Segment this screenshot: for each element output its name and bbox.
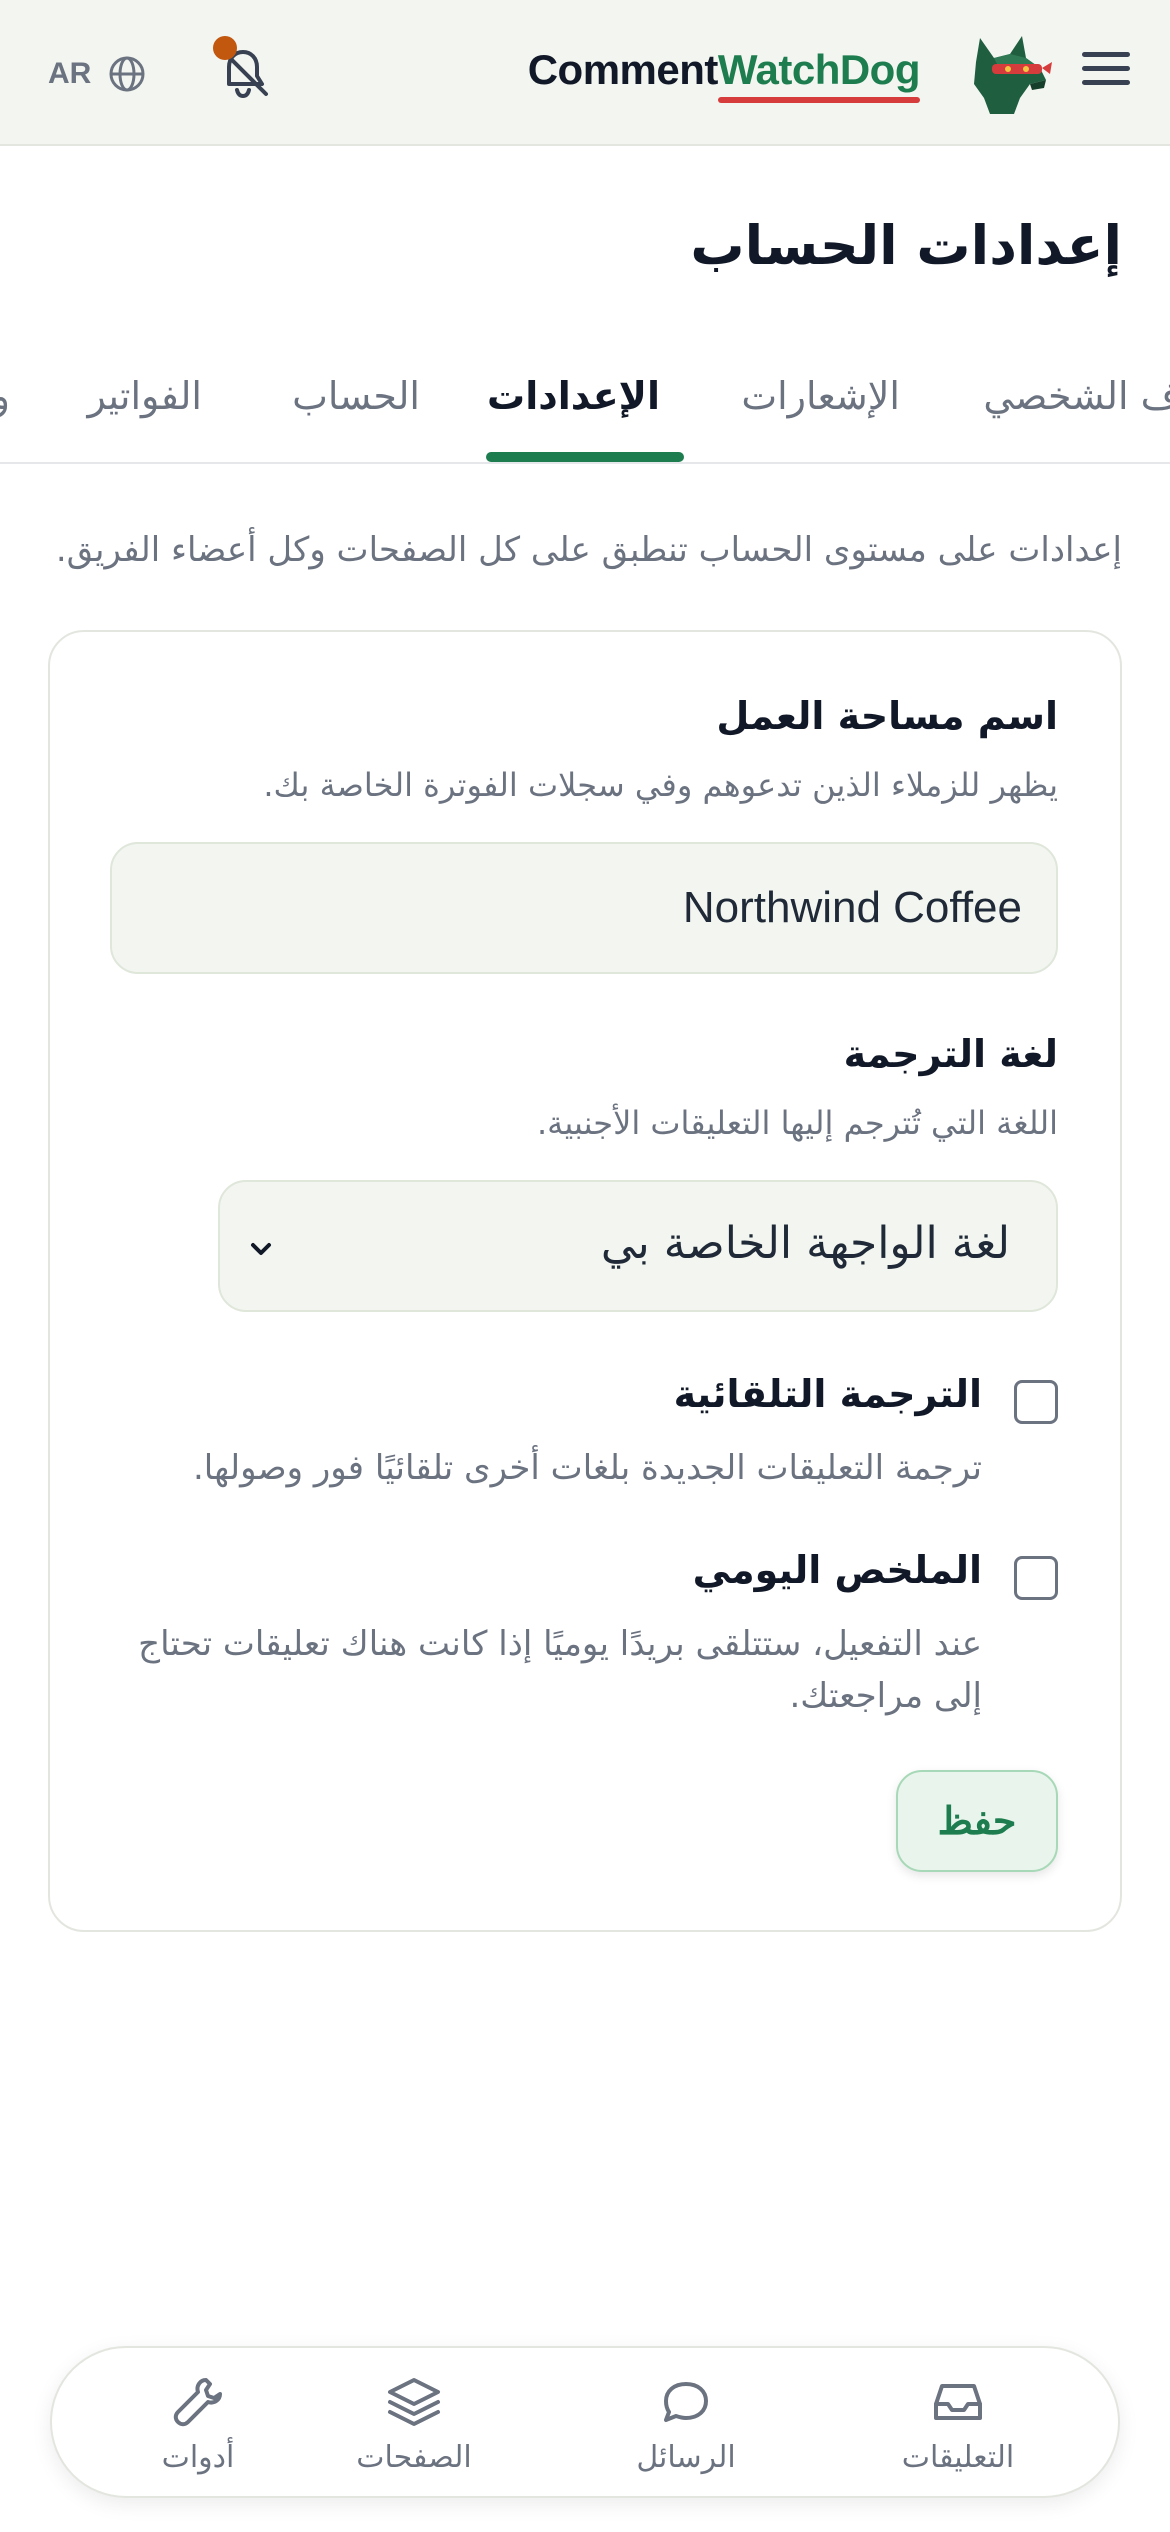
- translation-language-label: لغة الترجمة: [843, 1032, 1058, 1076]
- inbox-icon: [934, 2384, 982, 2420]
- nav-label-pages: الصفحات: [356, 2440, 472, 2475]
- daily-digest-checkbox[interactable]: [1014, 1556, 1058, 1600]
- translation-language-help: اللغة التي تُترجم إليها التعليقات الأجنب…: [536, 1104, 1058, 1142]
- tab-overflow[interactable]: و: [0, 374, 10, 418]
- app-header: CommentWatchDog AR: [0, 0, 1170, 146]
- auto-translate-description: ترجمة التعليقات الجديدة بلغات أخرى تلقائ…: [192, 1448, 982, 1488]
- workspace-name-help: يظهر للزملاء الذين تدعوهم وفي سجلات الفو…: [263, 766, 1058, 804]
- daily-digest-description: عند التفعيل، ستتلقى بريدًا يوميًا إذا كا…: [138, 1624, 982, 1716]
- language-switcher[interactable]: AR: [48, 52, 158, 96]
- notification-badge: [213, 36, 237, 60]
- settings-tabs: ف الشخصي الإشعارات الإعدادات الحساب الفو…: [0, 360, 1170, 464]
- nav-item-tools[interactable]: أدوات: [98, 2372, 298, 2482]
- nav-item-pages[interactable]: الصفحات: [314, 2372, 514, 2482]
- nav-item-messages[interactable]: الرسائل: [586, 2372, 786, 2482]
- tab-settings[interactable]: الإعدادات: [487, 374, 660, 418]
- globe-icon: [109, 56, 145, 92]
- nav-item-comments[interactable]: التعليقات: [858, 2372, 1058, 2482]
- tab-billing[interactable]: الفواتير: [87, 374, 202, 418]
- auto-translate-checkbox[interactable]: [1014, 1380, 1058, 1424]
- bottom-navigation: التعليقات الرسائل الصفحات أدوات: [50, 2346, 1120, 2498]
- app-page: CommentWatchDog AR إعدادات الحساب ف الشخ…: [0, 0, 1170, 2532]
- brand-name-part1: Comment: [527, 46, 719, 93]
- translation-language-value: لغة الواجهة الخاصة بي: [600, 1218, 1010, 1269]
- menu-icon[interactable]: [1082, 52, 1130, 92]
- settings-intro-text: إعدادات على مستوى الحساب تنطبق على كل ال…: [55, 530, 1122, 570]
- active-tab-indicator: [486, 452, 684, 462]
- translation-language-select[interactable]: لغة الواجهة الخاصة بي: [218, 1180, 1058, 1312]
- auto-translate-title: الترجمة التلقائية: [673, 1372, 982, 1416]
- workspace-name-label: اسم مساحة العمل: [716, 694, 1058, 738]
- dog-logo-icon: [974, 36, 1052, 114]
- brand-name-part2: WatchDog: [717, 46, 921, 93]
- workspace-name-input[interactable]: [110, 842, 1058, 974]
- nav-label-comments: التعليقات: [901, 2440, 1015, 2475]
- settings-card: اسم مساحة العمل يظهر للزملاء الذين تدعوه…: [48, 630, 1122, 1932]
- nav-label-messages: الرسائل: [636, 2440, 736, 2475]
- save-button[interactable]: حفظ: [896, 1770, 1058, 1872]
- tab-account[interactable]: الحساب: [292, 374, 420, 418]
- brand-logo[interactable]: CommentWatchDog: [527, 46, 921, 94]
- daily-digest-title: الملخص اليومي: [692, 1548, 982, 1592]
- chat-bubble-icon: [664, 2382, 708, 2422]
- layers-icon: [388, 2378, 440, 2426]
- tab-notifications[interactable]: الإشعارات: [741, 374, 900, 418]
- wrench-icon: [173, 2378, 222, 2427]
- tab-profile[interactable]: ف الشخصي: [983, 374, 1170, 418]
- page-title: إعدادات الحساب: [690, 214, 1122, 277]
- chevron-down-icon: [251, 1243, 271, 1255]
- language-code: AR: [48, 57, 92, 90]
- nav-label-tools: أدوات: [161, 2440, 235, 2475]
